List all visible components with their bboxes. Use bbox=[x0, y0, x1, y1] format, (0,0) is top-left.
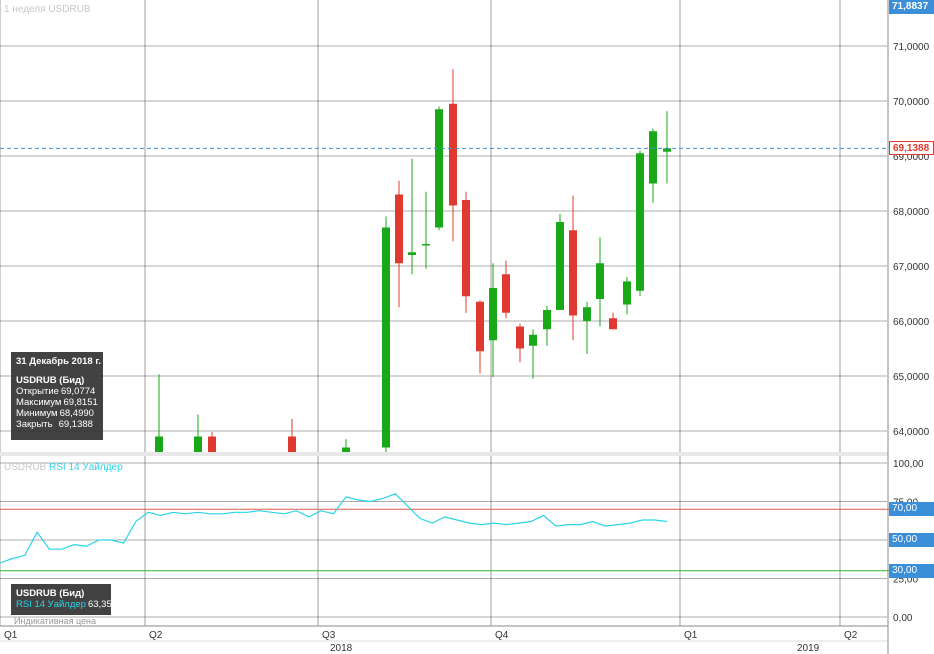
low-value: 68,4990 bbox=[59, 408, 94, 419]
pane-separator bbox=[0, 452, 888, 456]
price-tick-label: 64,0000 bbox=[893, 427, 930, 438]
year-label: 2018 bbox=[330, 643, 353, 654]
price-tick-label: 71,0000 bbox=[893, 42, 930, 53]
quarter-label: Q2 bbox=[149, 630, 163, 641]
low-label: Минимум bbox=[16, 408, 58, 419]
symbol-label: USDRUB bbox=[48, 4, 91, 15]
candle-body bbox=[208, 436, 216, 452]
quarter-label: Q2 bbox=[844, 630, 858, 641]
price-tick-label: 70,0000 bbox=[893, 97, 930, 108]
rsi-level-30-tag: 30,00 bbox=[889, 563, 934, 578]
chart-canvas[interactable]: 71,000070,000069,000068,000067,000066,00… bbox=[0, 0, 934, 654]
candle-body bbox=[649, 131, 657, 184]
rsi-tick-label: 100,00 bbox=[893, 459, 924, 470]
rsi-name: RSI 14 Уайлдер bbox=[49, 462, 123, 473]
candle-body bbox=[609, 318, 617, 330]
rsi-tooltip-title: USDRUB (Бид) bbox=[16, 588, 85, 599]
candle-body bbox=[663, 148, 671, 152]
candle-body bbox=[408, 252, 416, 255]
rsi-line bbox=[0, 493, 668, 564]
candle-body bbox=[623, 281, 631, 305]
candle-body bbox=[636, 153, 644, 291]
candle-body bbox=[596, 263, 604, 299]
price-tick-label: 66,0000 bbox=[893, 317, 930, 328]
candle-body bbox=[422, 244, 430, 246]
quarter-label: Q1 bbox=[684, 630, 698, 641]
candle-body bbox=[382, 227, 390, 448]
candle-body bbox=[583, 307, 591, 321]
candle-body bbox=[529, 334, 537, 346]
rsi-tooltip-value: 63,35 bbox=[87, 599, 112, 610]
rsi-level-70-tag: 70,00 bbox=[889, 502, 934, 517]
rsi-level-50-tag: 50,00 bbox=[889, 533, 934, 547]
candle-body bbox=[449, 103, 457, 206]
candle-body bbox=[395, 194, 403, 264]
quarter-label: Q3 bbox=[322, 630, 336, 641]
open-value: 69,0774 bbox=[60, 386, 96, 397]
year-label: 2019 bbox=[797, 643, 820, 654]
rsi-tooltip: USDRUB (Бид) RSI 14 Уайлдер 63,35 bbox=[11, 584, 112, 615]
candle-body bbox=[435, 109, 443, 228]
candle-body bbox=[489, 288, 497, 341]
candle-body bbox=[342, 447, 350, 452]
high-value: 69,8151 bbox=[63, 397, 98, 408]
candle-body bbox=[194, 436, 202, 452]
high-label: Максимум bbox=[16, 397, 62, 408]
candle-body bbox=[155, 436, 163, 452]
candle-body bbox=[556, 222, 564, 310]
rsi-symbol: USDRUB bbox=[4, 462, 47, 473]
quarter-label: Q1 bbox=[4, 630, 18, 641]
candle-body bbox=[516, 326, 524, 349]
timeframe-label: 1 неделя bbox=[4, 4, 46, 15]
price-tick-label: 68,0000 bbox=[893, 207, 930, 218]
quarter-label: Q4 bbox=[495, 630, 509, 641]
candle-body bbox=[476, 301, 484, 352]
current-price-tag: 69,1388 bbox=[889, 141, 934, 156]
price-tick-label: 65,0000 bbox=[893, 372, 930, 383]
candle-body bbox=[462, 200, 470, 297]
indicative-price-label: Индикативная цена bbox=[14, 616, 96, 626]
rsi-tick-label: 0,00 bbox=[893, 613, 913, 624]
candle-body bbox=[288, 436, 296, 452]
chart-header: 1 неделя USDRUB bbox=[4, 4, 91, 15]
ohlc-tooltip: 31 Декабрь 2018 г. USDRUB (Бид) Открытие… bbox=[11, 352, 103, 440]
close-label: Закрыть bbox=[16, 419, 53, 430]
price-tick-label: 67,0000 bbox=[893, 262, 930, 273]
rsi-header: USDRUB RSI 14 Уайлдер bbox=[4, 462, 123, 473]
candle-body bbox=[569, 230, 577, 316]
candle-body bbox=[502, 274, 510, 313]
rsi-tooltip-name: RSI 14 Уайлдер bbox=[16, 599, 86, 610]
tooltip-date: 31 Декабрь 2018 г. bbox=[16, 356, 101, 367]
tooltip-title: USDRUB (Бид) bbox=[16, 375, 85, 386]
close-value: 69,1388 bbox=[58, 419, 93, 430]
open-label: Открытие bbox=[16, 386, 59, 397]
price-top-tag: 71,8837 bbox=[889, 0, 934, 14]
candle-body bbox=[543, 310, 551, 330]
